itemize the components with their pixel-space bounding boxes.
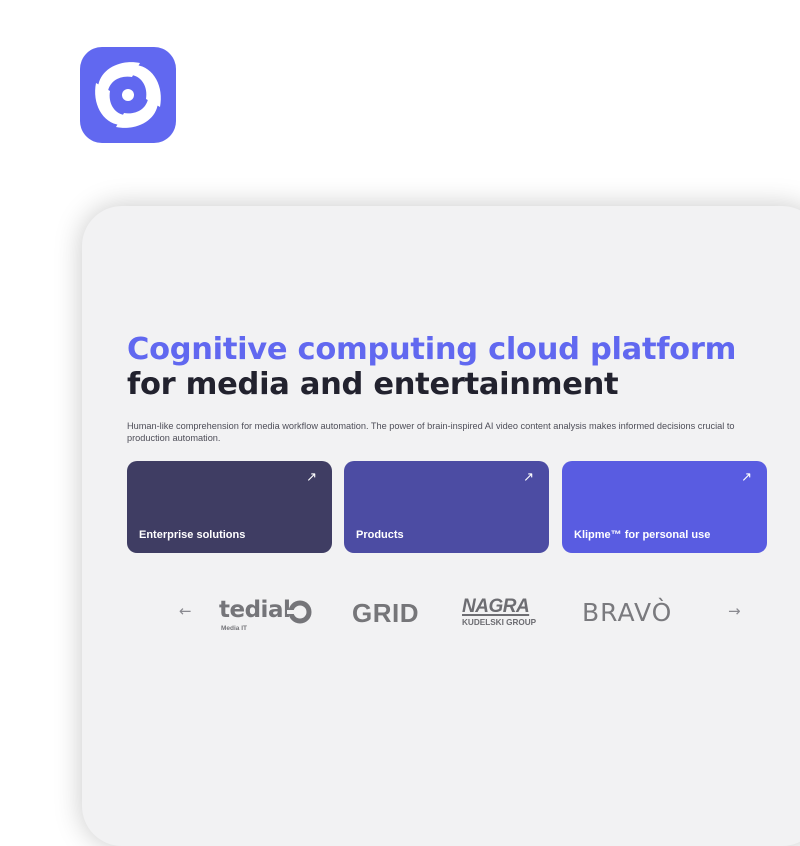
arrow-right-icon[interactable]: → [728, 602, 741, 620]
brand-logo[interactable] [80, 47, 176, 143]
card-row: ↗ Enterprise solutions ↗ Products ↗ Klip… [127, 461, 767, 553]
bravo-logo: BRAVÒ [582, 598, 673, 627]
swirl-logo-icon [80, 47, 176, 143]
nagra-wordmark: NAGRA [462, 596, 530, 617]
arrow-up-right-icon: ↗ [306, 470, 317, 485]
tedial-ring-icon [287, 600, 312, 624]
nagra-subtitle: KUDELSKI GROUP [462, 618, 537, 627]
browser-window: Cognitive computing cloud platform for m… [82, 206, 800, 846]
klipme-personal-card[interactable]: ↗ Klipme™ for personal use [562, 461, 767, 553]
nagra-logo: NAGRA KUDELSKI GROUP [462, 596, 552, 636]
tedial-wordmark: tedial [219, 597, 291, 623]
page-title: Cognitive computing cloud platform for m… [127, 332, 736, 402]
tedial-logo: tedial Media IT [219, 596, 314, 636]
card-label: Enterprise solutions [139, 529, 246, 541]
arrow-up-right-icon: ↗ [741, 470, 752, 485]
hero-description: Human-like comprehension for media workf… [127, 421, 735, 443]
products-card[interactable]: ↗ Products [344, 461, 549, 553]
enterprise-solutions-card[interactable]: ↗ Enterprise solutions [127, 461, 332, 553]
card-label: Klipme™ for personal use [574, 529, 711, 541]
tedial-subtitle: Media IT [221, 625, 248, 632]
headline-accent: Cognitive computing cloud platform [127, 332, 737, 367]
card-label: Products [356, 529, 404, 541]
arrow-left-icon[interactable]: ← [179, 602, 192, 620]
arrow-up-right-icon: ↗ [523, 470, 534, 485]
headline-dark: for media and entertainment [127, 367, 619, 402]
partner-logo-carousel: ← tedial Media IT GRID NAGRA KUDELSKI GR… [127, 596, 767, 646]
grid-logo: GRID [352, 598, 419, 628]
